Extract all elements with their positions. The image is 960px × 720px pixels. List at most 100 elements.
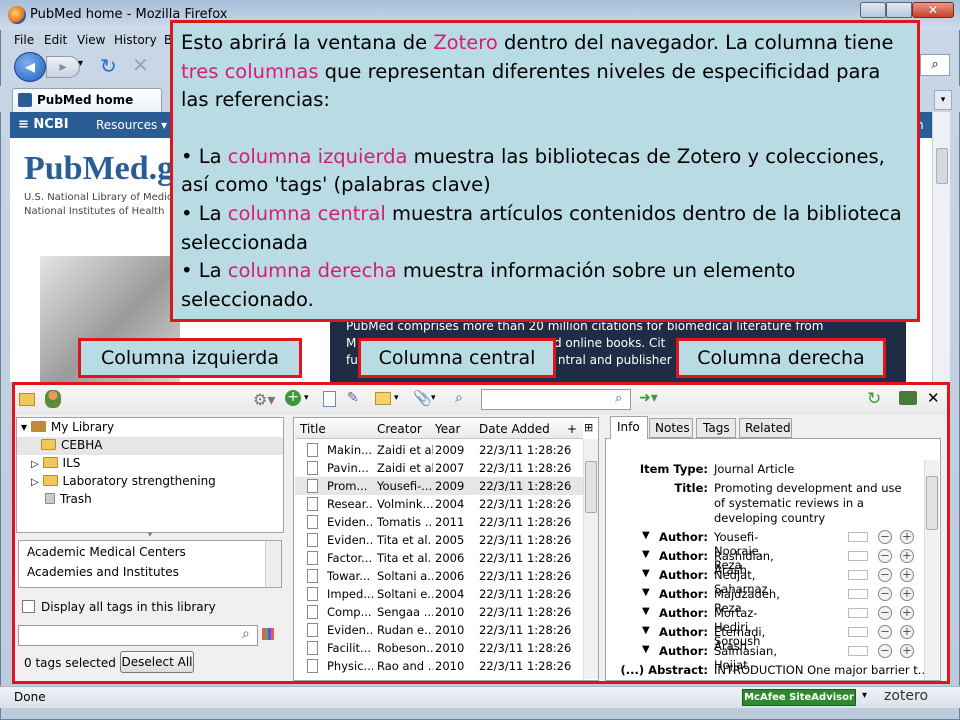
table-row[interactable]: Factor... Tita et al. 2006 22/3/11 1:28:26 — [295, 549, 583, 567]
items-scrollbar[interactable] — [583, 439, 598, 679]
author-swap-field[interactable] — [848, 570, 868, 580]
add-author-icon[interactable]: + — [900, 606, 914, 620]
remove-author-icon[interactable]: − — [878, 644, 892, 658]
table-row[interactable]: Facilit... Robeson... 2010 22/3/11 1:28:26 — [295, 639, 583, 657]
tag-scrollbar[interactable] — [265, 541, 281, 587]
items-scroll-thumb[interactable] — [585, 461, 597, 513]
author-swap-field[interactable] — [848, 551, 868, 561]
add-author-icon[interactable]: + — [900, 625, 914, 639]
add-author-icon[interactable]: + — [900, 644, 914, 658]
table-row[interactable]: Prom... Yousefi-... 2009 22/3/11 1:28:26 — [295, 477, 583, 495]
col-date-added[interactable]: Date Added — [479, 422, 550, 436]
wand-icon[interactable]: ✎ — [347, 390, 359, 406]
tab-pubmed[interactable]: PubMed home — [12, 88, 162, 112]
col-sort-plus-icon[interactable]: + — [567, 422, 577, 436]
table-row[interactable]: Imped... Soltani e... 2004 22/3/11 1:28:26 — [295, 585, 583, 603]
new-note-icon[interactable] — [375, 392, 391, 405]
maximize-button[interactable] — [886, 2, 912, 18]
remove-author-icon[interactable]: − — [878, 549, 892, 563]
collection-lab[interactable]: ▷ Laboratory strengthening — [31, 474, 216, 488]
locate-arrow-icon[interactable]: ➜▾ — [639, 390, 658, 406]
author-swap-field[interactable] — [848, 627, 868, 637]
remove-author-icon[interactable]: − — [878, 568, 892, 582]
stop-icon[interactable]: ✕ — [132, 53, 149, 77]
info-scrollbar[interactable] — [924, 460, 939, 680]
tab-related[interactable]: Related — [739, 418, 792, 438]
item-search-input[interactable] — [481, 389, 631, 410]
col-creator[interactable]: Creator — [377, 422, 422, 436]
tag-filter-input[interactable] — [18, 625, 258, 646]
ncbi-logo[interactable]: ≡ NCBI — [18, 117, 69, 132]
reload-icon[interactable]: ↻ — [100, 54, 117, 78]
menu-history[interactable]: History — [114, 33, 157, 47]
author-swap-field[interactable] — [848, 646, 868, 656]
menu-file[interactable]: File — [14, 33, 34, 47]
zotero-status-logo[interactable]: zotero — [884, 688, 928, 704]
tab-notes[interactable]: Notes — [649, 418, 693, 438]
minimize-button[interactable] — [860, 2, 886, 18]
mcafee-dropdown-icon[interactable]: ▾ — [862, 690, 867, 701]
forward-button[interactable]: ▸ — [46, 56, 80, 78]
table-row[interactable]: Pavin... Zaidi et al. 2007 22/3/11 1:28:26 — [295, 459, 583, 477]
new-group-icon[interactable] — [45, 390, 61, 408]
add-author-icon[interactable]: + — [900, 530, 914, 544]
trash-item[interactable]: Trash — [45, 492, 92, 506]
table-row[interactable]: Towar... Soltani a... 2006 22/3/11 1:28:26 — [295, 567, 583, 585]
collapse-icon[interactable]: ▾ — [21, 420, 27, 434]
search-go-icon[interactable]: ⌕ — [615, 391, 622, 406]
table-row[interactable]: Comp... Sengaa ... 2010 22/3/11 1:28:26 — [295, 603, 583, 621]
menu-view[interactable]: View — [77, 33, 105, 47]
add-by-identifier-icon[interactable] — [323, 391, 336, 407]
expand-icon[interactable]: ▷ — [31, 477, 39, 488]
table-row[interactable]: Makin... Zaidi et al. 2009 22/3/11 1:28:26 — [295, 441, 583, 459]
collection-ils[interactable]: ▷ ILS — [31, 456, 80, 470]
abstract-value[interactable]: INTRODUCTION One major barrier t... — [714, 663, 929, 677]
col-year[interactable]: Year — [435, 422, 460, 436]
pane-splitter[interactable]: ▾ — [16, 531, 284, 539]
remove-author-icon[interactable]: − — [878, 625, 892, 639]
tab-info[interactable]: Info — [610, 416, 648, 439]
new-collection-icon[interactable] — [19, 393, 35, 406]
close-button[interactable]: ✕ — [912, 2, 954, 18]
add-author-icon[interactable]: + — [900, 568, 914, 582]
new-item-dropdown-icon[interactable]: ▾ — [304, 393, 309, 403]
resources-menu[interactable]: Resources ▾ — [96, 118, 167, 132]
attachment-dropdown-icon[interactable]: ▾ — [431, 393, 436, 403]
menu-edit[interactable]: Edit — [44, 33, 67, 47]
scroll-thumb[interactable] — [936, 148, 948, 184]
actions-gear-icon[interactable]: ⚙▾ — [253, 390, 275, 409]
tab-tags[interactable]: Tags — [696, 418, 736, 438]
back-button[interactable]: ◂ — [14, 52, 46, 82]
tab-list-icon[interactable]: ▾ — [934, 90, 952, 110]
note-dropdown-icon[interactable]: ▾ — [394, 393, 399, 403]
item-type-value[interactable]: Journal Article — [714, 462, 794, 476]
table-row[interactable]: Physic... Rao and ... 2010 22/3/11 1:28:26 — [295, 657, 583, 675]
table-row[interactable]: Resear... Volmink... 2004 22/3/11 1:28:26 — [295, 495, 583, 513]
deselect-all-button[interactable]: Deselect All — [120, 651, 194, 673]
library-root[interactable]: ▾ My Library — [21, 420, 114, 434]
tag-item[interactable]: Academies and Institutes — [27, 565, 179, 579]
display-all-checkbox[interactable] — [22, 600, 35, 613]
search-box[interactable]: ⌕ — [920, 54, 950, 76]
table-row[interactable]: Eviden... Tita et al. 2005 22/3/11 1:28:26 — [295, 531, 583, 549]
table-row[interactable]: Eviden... Tomatis ... 2011 22/3/11 1:28:26 — [295, 513, 583, 531]
tag-selector-menu-icon[interactable] — [262, 628, 274, 640]
fullscreen-icon[interactable] — [899, 391, 917, 405]
add-author-icon[interactable]: + — [900, 587, 914, 601]
close-zotero-icon[interactable]: ✕ — [927, 389, 940, 407]
new-item-icon[interactable]: + — [285, 390, 301, 406]
mcafee-badge[interactable]: McAfee SiteAdvisor — [742, 689, 856, 706]
title-value[interactable]: Promoting development and use of systema… — [714, 481, 914, 526]
author-swap-field[interactable] — [848, 532, 868, 542]
col-title[interactable]: Title — [300, 422, 326, 436]
add-author-icon[interactable]: + — [900, 549, 914, 563]
display-all-tags[interactable]: Display all tags in this library — [22, 600, 216, 614]
table-row[interactable]: Eviden... Rudan e... 2010 22/3/11 1:28:26 — [295, 621, 583, 639]
expand-icon[interactable]: ▷ — [31, 459, 39, 470]
page-scrollbar[interactable] — [932, 112, 950, 382]
remove-author-icon[interactable]: − — [878, 606, 892, 620]
tag-item[interactable]: Academic Medical Centers — [27, 545, 186, 559]
sync-icon[interactable]: ↻ — [867, 389, 881, 409]
author-swap-field[interactable] — [848, 589, 868, 599]
author-swap-field[interactable] — [848, 608, 868, 618]
